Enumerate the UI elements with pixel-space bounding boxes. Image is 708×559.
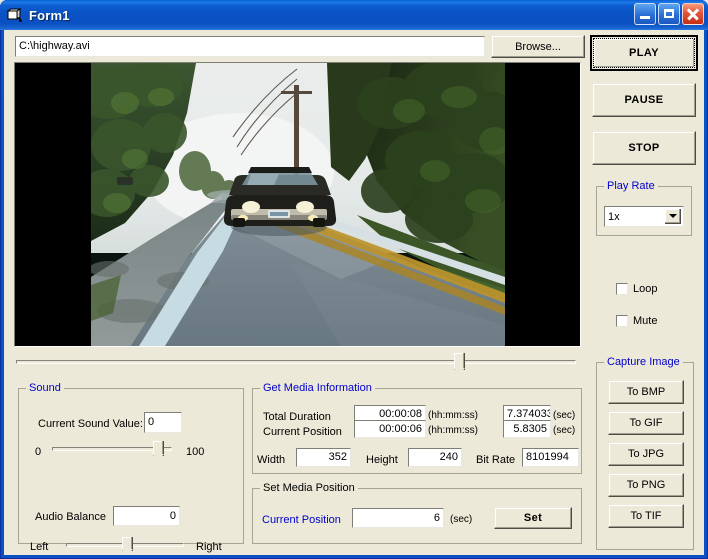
current-sound-value-input[interactable]: 0 [144,412,182,433]
chevron-down-icon[interactable] [665,209,681,224]
capture-to-bmp-button[interactable]: To BMP [608,380,684,404]
media-path-input[interactable]: C:\highway.avi [15,36,485,57]
video-display[interactable] [14,62,581,347]
current-position-hms-unit: (hh:mm:ss) [428,425,478,436]
browse-button[interactable]: Browse... [491,35,585,58]
seek-slider-thumb[interactable] [453,353,465,375]
set-position-input[interactable]: 6 [352,508,444,528]
set-position-unit: (sec) [450,514,473,525]
play-button[interactable]: PLAY [590,35,698,71]
volume-slider[interactable] [52,439,172,461]
sound-group-caption: Sound [26,382,64,394]
height-label: Height [366,454,398,466]
window-title: Form1 [29,7,70,23]
mute-checkbox-box[interactable] [616,315,628,327]
play-rate-caption: Play Rate [604,180,658,192]
seek-slider[interactable] [16,352,576,376]
mute-checkbox-label: Mute [633,315,658,327]
stop-button[interactable]: STOP [592,131,696,165]
loop-checkbox-label: Loop [633,283,658,295]
current-position-seconds-input[interactable]: 5.8305 [503,420,551,438]
minimize-button[interactable] [634,3,656,25]
set-media-position-caption: Set Media Position [260,482,358,494]
maximize-button[interactable] [658,3,680,25]
video-frame [91,63,505,346]
loop-checkbox-box[interactable] [616,283,628,295]
current-position-seconds-unit: (sec) [553,425,576,436]
current-sound-value-label: Current Sound Value: [38,418,143,430]
total-duration-hms-unit: (hh:mm:ss) [428,410,478,421]
volume-max-label: 100 [186,446,205,458]
capture-to-tif-button[interactable]: To TIF [608,504,684,528]
capture-to-gif-button[interactable]: To GIF [608,411,684,435]
client-area: C:\highway.avi Browse... PLAY PAUSE STOP… [4,30,704,555]
set-position-button[interactable]: Set [494,507,572,529]
pause-button[interactable]: PAUSE [592,83,696,117]
bit-rate-input[interactable]: 8101994 [522,448,579,467]
set-position-label: Current Position [262,514,341,526]
mute-checkbox[interactable]: Mute [616,315,657,327]
play-rate-selected-value: 1x [608,210,620,223]
close-button[interactable] [682,3,704,25]
play-button-label: PLAY [593,38,695,68]
media-information-caption: Get Media Information [260,382,375,394]
vb-form-icon [6,6,24,24]
title-bar[interactable]: Form1 [0,0,708,30]
capture-image-caption: Capture Image [604,356,683,368]
balance-right-label: Right [196,541,222,553]
current-position-hms-input[interactable]: 00:00:06 [354,420,426,438]
application-window: Form1 C:\highway.avi Browse... PLAY PAUS… [0,0,708,559]
audio-balance-input[interactable]: 0 [113,506,180,526]
total-duration-seconds-unit: (sec) [553,410,576,421]
capture-to-png-button[interactable]: To PNG [608,473,684,497]
audio-balance-slider-thumb[interactable] [121,537,133,555]
capture-to-jpg-button[interactable]: To JPG [608,442,684,466]
width-label: Width [257,454,286,466]
current-position-label: Current Position [263,426,342,438]
window-controls [634,3,704,25]
width-input[interactable]: 352 [296,448,351,467]
bit-rate-label: Bit Rate [476,454,516,466]
loop-checkbox[interactable]: Loop [616,283,657,295]
volume-min-label: 0 [35,446,42,458]
volume-slider-thumb[interactable] [152,441,164,461]
play-rate-select[interactable]: 1x [604,206,684,227]
audio-balance-label: Audio Balance [35,511,106,523]
audio-balance-slider[interactable] [66,536,184,555]
height-input[interactable]: 240 [408,448,462,467]
total-duration-label: Total Duration [263,411,331,423]
balance-left-label: Left [30,541,49,553]
